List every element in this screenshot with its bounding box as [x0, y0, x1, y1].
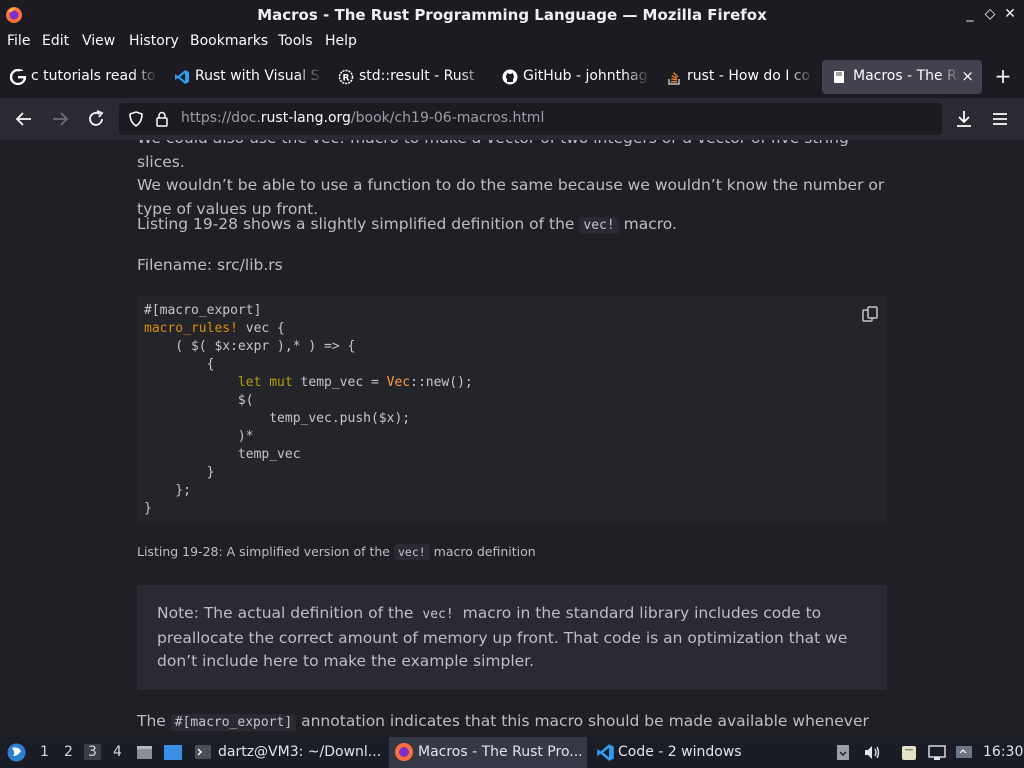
menu-view[interactable]: View: [82, 33, 115, 49]
paragraph-vec-intro: We could also use the vec! macro to make…: [137, 140, 885, 218]
workspace-2[interactable]: 2: [64, 744, 73, 760]
menu-file[interactable]: File: [7, 33, 30, 49]
tab-macros-active[interactable]: Macros - The Ru ×: [822, 60, 982, 94]
show-desktop-icon[interactable]: [163, 743, 183, 762]
start-menu-icon[interactable]: [6, 742, 27, 763]
task-firefox[interactable]: Macros - The Rust Pro...: [389, 737, 587, 768]
system-taskbar: 1 2 3 4 dartz@VM3: ~/Downl... Macros - T…: [0, 737, 1024, 768]
tab-close-button[interactable]: ×: [961, 67, 974, 85]
tracking-shield-icon[interactable]: [127, 110, 145, 128]
lock-icon[interactable]: [153, 110, 171, 128]
workspace-3[interactable]: 3: [84, 744, 101, 760]
clock: 16:30: [983, 744, 1024, 760]
paragraph-listing-intro: Listing 19-28 shows a slightly simplifie…: [137, 215, 677, 234]
tab-google[interactable]: c tutorials read to: [0, 60, 162, 94]
copy-clipboard-icon[interactable]: [860, 304, 880, 324]
menu-bookmarks[interactable]: Bookmarks: [190, 33, 268, 49]
listing-caption: Listing 19-28: A simplified version of t…: [137, 544, 536, 560]
vscode-icon: [597, 744, 614, 761]
firefox-icon: [395, 743, 413, 761]
workspace-1[interactable]: 1: [40, 744, 49, 760]
code-block: #[macro_export] macro_rules! vec { ( $( …: [137, 296, 887, 523]
notes-tray-icon[interactable]: [900, 744, 918, 762]
window-title: Macros - The Rust Programming Language —…: [257, 6, 767, 24]
menu-tools[interactable]: Tools: [278, 33, 313, 49]
page-content: We could also use the vec! macro to make…: [0, 140, 1024, 737]
new-tab-button[interactable]: +: [993, 66, 1013, 86]
close-window-button[interactable]: ✕: [1001, 5, 1019, 23]
downloads-icon[interactable]: [953, 108, 975, 130]
hamburger-menu-icon[interactable]: [989, 108, 1011, 130]
task-terminal[interactable]: dartz@VM3: ~/Downl...: [190, 737, 386, 768]
paragraph-macro-export: The #[macro_export] annotation indicates…: [137, 712, 869, 737]
code-text: #[macro_export] macro_rules! vec { ( $( …: [144, 303, 473, 516]
tab-vscode[interactable]: Rust with Visual S: [164, 60, 326, 94]
task-vscode[interactable]: Code - 2 windows: [590, 737, 750, 768]
stackoverflow-icon: [668, 72, 680, 85]
vscode-icon: [175, 70, 189, 84]
book-icon: [834, 71, 844, 83]
note-text: Note: The actual definition of the vec! …: [157, 604, 848, 670]
network-icon[interactable]: [928, 744, 946, 761]
workspace-4[interactable]: 4: [113, 744, 122, 760]
window-titlebar: Macros - The Rust Programming Language —…: [0, 0, 1024, 30]
menu-help[interactable]: Help: [325, 33, 357, 49]
rust-icon: R: [338, 69, 354, 85]
tab-stackoverflow[interactable]: rust - How do I co: [656, 60, 818, 94]
note-box: Note: The actual definition of the vec! …: [137, 585, 887, 690]
reload-icon[interactable]: [85, 108, 107, 130]
tab-github[interactable]: GitHub - johnthag: [492, 60, 654, 94]
back-arrow-icon[interactable]: [13, 108, 35, 130]
menu-bar: File Edit View History Bookmarks Tools H…: [0, 30, 1024, 54]
menu-history[interactable]: History: [129, 33, 179, 49]
forward-arrow-icon[interactable]: [49, 108, 71, 130]
tab-bar: c tutorials read to Rust with Visual S R…: [0, 56, 1024, 98]
display-tray-icon[interactable]: [955, 744, 973, 761]
minimize-button[interactable]: _: [961, 5, 979, 23]
url-text[interactable]: https://doc.rust-lang.org/book/ch19-06-m…: [181, 110, 544, 126]
volume-icon[interactable]: [863, 744, 881, 761]
filename-label: Filename: src/lib.rs: [137, 256, 283, 274]
menu-edit[interactable]: Edit: [42, 33, 69, 49]
file-manager-icon[interactable]: [135, 743, 154, 762]
clipboard-tray-icon[interactable]: [835, 744, 851, 761]
url-bar[interactable]: https://doc.rust-lang.org/book/ch19-06-m…: [119, 103, 942, 135]
maximize-button[interactable]: ◇: [981, 5, 999, 23]
github-icon: [502, 69, 518, 85]
terminal-icon: [195, 745, 211, 759]
svg-text:R: R: [343, 74, 350, 84]
google-icon: [10, 69, 26, 85]
tab-std-result[interactable]: R std::result - Rust: [328, 60, 490, 94]
